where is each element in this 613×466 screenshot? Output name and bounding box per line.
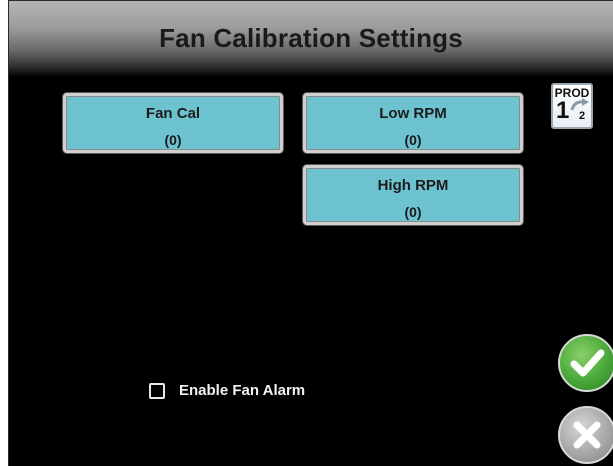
high-rpm-value: (0) — [404, 204, 422, 220]
product-current-number: 1 — [556, 97, 570, 124]
low-rpm-value: (0) — [404, 132, 422, 148]
checkmark-icon — [570, 349, 605, 377]
low-rpm-label: Low RPM — [379, 105, 447, 122]
fan-cal-button[interactable]: Fan Cal (0) — [63, 93, 283, 153]
header-bar: Fan Calibration Settings — [9, 1, 613, 77]
cancel-button[interactable] — [558, 406, 613, 464]
product-next-number: 2 — [579, 110, 586, 122]
enable-fan-alarm-label: Enable Fan Alarm — [179, 382, 306, 399]
low-rpm-button[interactable]: Low RPM (0) — [303, 93, 523, 153]
page-title: Fan Calibration Settings — [159, 23, 463, 53]
fan-cal-value: (0) — [164, 132, 182, 148]
high-rpm-button[interactable]: High RPM (0) — [303, 165, 523, 225]
product-toggle-button[interactable]: PROD 1 2 — [551, 83, 593, 129]
high-rpm-label: High RPM — [377, 177, 449, 194]
accept-button[interactable] — [558, 334, 613, 392]
enable-fan-alarm-checkbox[interactable] — [149, 383, 165, 399]
fan-cal-label: Fan Cal — [145, 105, 201, 122]
x-icon — [573, 421, 601, 449]
fan-calibration-screen: Fan Calibration Settings Fan Cal (0) Low… — [8, 0, 613, 466]
